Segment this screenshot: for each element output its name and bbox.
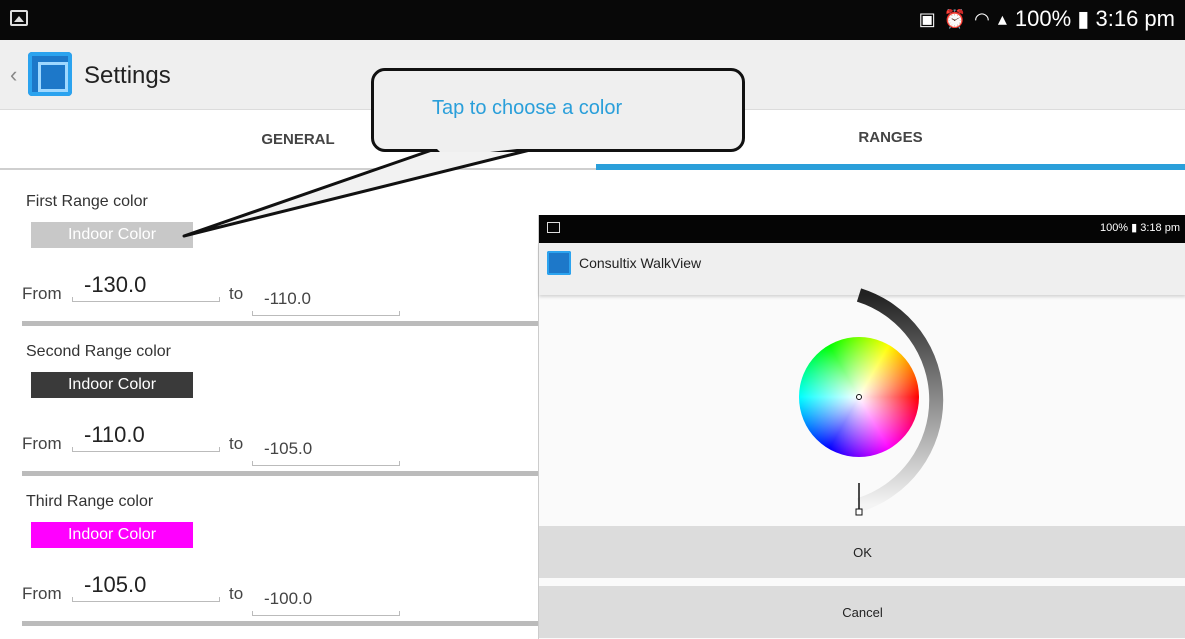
- range-label: Second Range color: [26, 343, 171, 360]
- cancel-button[interactable]: Cancel: [539, 586, 1185, 638]
- from-label: From: [22, 284, 62, 303]
- image-icon: [10, 10, 28, 26]
- color-swatch-button[interactable]: Indoor Color: [31, 372, 193, 398]
- back-icon[interactable]: ‹: [10, 62, 17, 88]
- from-label: From: [22, 584, 62, 603]
- divider: [22, 471, 538, 476]
- signal-icon: ▴: [997, 8, 1007, 29]
- dialog-title: Consultix WalkView: [579, 255, 702, 271]
- callout-text: Tap to choose a color: [432, 97, 623, 119]
- status-text: 100% ▮ 3:16 pm: [1014, 6, 1175, 31]
- to-input[interactable]: -105.0: [252, 434, 400, 466]
- alarm-icon: ⏰: [943, 8, 967, 29]
- image-icon: [547, 222, 560, 233]
- color-swatch-button[interactable]: Indoor Color: [31, 522, 193, 548]
- divider: [22, 321, 538, 326]
- status-bar: ▣ ⏰ ◠ ▴ 100% ▮ 3:16 pm: [0, 0, 1185, 40]
- page-title: Settings: [84, 62, 171, 89]
- ok-button[interactable]: OK: [539, 526, 1185, 578]
- wheel-selector-dot: [856, 394, 862, 400]
- to-input[interactable]: -110.0: [252, 284, 400, 316]
- app-logo-icon: [547, 251, 571, 275]
- from-input[interactable]: -110.0: [72, 420, 220, 452]
- app-logo-icon[interactable]: [28, 52, 72, 96]
- color-wheel-picker[interactable]: [789, 287, 959, 527]
- divider: [22, 621, 538, 626]
- to-label: to: [229, 284, 244, 303]
- range-label: First Range color: [26, 193, 148, 210]
- to-label: to: [229, 584, 244, 603]
- range-from-to-row: From -110.0 to -105.0: [22, 420, 522, 466]
- to-label: to: [229, 434, 244, 453]
- dialog-status-bar: 100% ▮ 3:18 pm: [539, 215, 1185, 243]
- from-input[interactable]: -130.0: [72, 270, 220, 302]
- from-input[interactable]: -105.0: [72, 570, 220, 602]
- status-right: ▣ ⏰ ◠ ▴ 100% ▮ 3:16 pm: [919, 6, 1175, 32]
- range-from-to-row: From -130.0 to -110.0: [22, 270, 522, 316]
- color-picker-dialog: 100% ▮ 3:18 pm Consultix WalkView OK Can…: [538, 215, 1185, 639]
- to-input[interactable]: -100.0: [252, 584, 400, 616]
- color-swatch-button[interactable]: Indoor Color: [31, 222, 193, 248]
- range-from-to-row: From -105.0 to -100.0: [22, 570, 522, 616]
- ring-handle: [855, 508, 863, 516]
- from-label: From: [22, 434, 62, 453]
- range-label: Third Range color: [26, 493, 154, 510]
- dialog-status-text: 100% ▮ 3:18 pm: [1099, 222, 1180, 234]
- battery-icon: ▣: [918, 8, 936, 29]
- callout-tooltip: Tap to choose a color: [371, 68, 745, 152]
- wifi-icon: ◠: [974, 8, 990, 29]
